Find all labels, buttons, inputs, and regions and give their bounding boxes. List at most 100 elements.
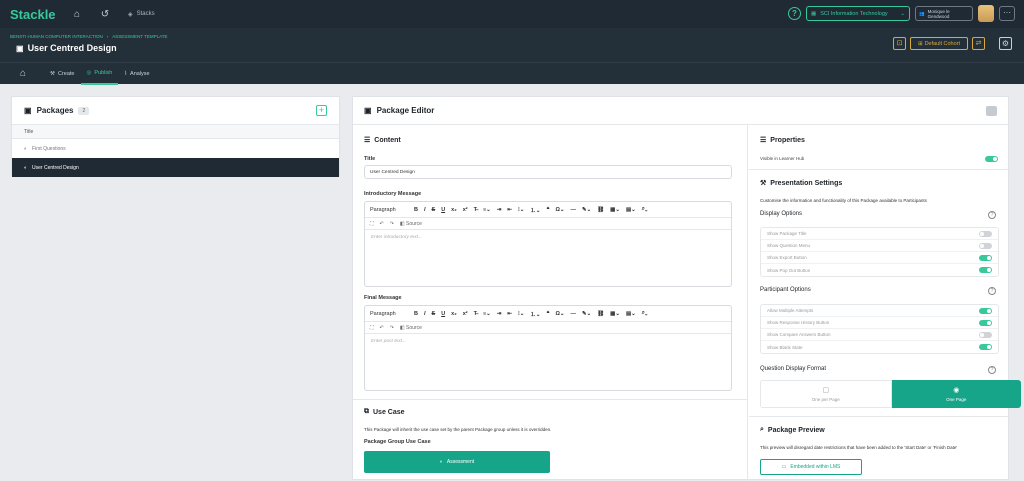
outdent-icon[interactable]: ⇤ <box>507 311 512 317</box>
undo-icon[interactable]: ↶ <box>380 325 384 331</box>
format-one-per-page[interactable]: ▢ One per Page <box>760 380 892 408</box>
quote-icon[interactable]: ❝ <box>546 207 549 213</box>
link-icon[interactable]: ⛓ <box>597 311 604 317</box>
redo-icon[interactable]: ↷ <box>390 221 394 227</box>
stacks-link[interactable]: ◈ Stacks <box>128 11 155 18</box>
display-toggle[interactable] <box>979 242 992 249</box>
title-input[interactable]: User Centred Design <box>364 165 732 179</box>
package-icon: ▣ <box>16 43 24 53</box>
indent-icon[interactable]: ⇥ <box>497 311 502 317</box>
line-icon[interactable]: — <box>570 311 576 317</box>
final-editor[interactable]: Paragraph B I S U x₂ x² T̶ ≡⌄ ⇥ ⇤ ⁝⌄ ⒈⌄ … <box>364 305 732 391</box>
bold-icon[interactable]: B <box>414 311 418 317</box>
display-toggle[interactable] <box>979 230 992 237</box>
numbered-list-icon[interactable]: ⒈⌄ <box>530 310 540 318</box>
home-icon[interactable]: ⌂ <box>66 3 88 25</box>
home-icon[interactable]: ⌂ <box>14 63 32 85</box>
format-each-label: One per Page <box>811 397 840 402</box>
fullscreen-icon[interactable]: ⛶ <box>370 221 374 227</box>
gear-icon[interactable]: ⚙ <box>999 37 1012 50</box>
breadcrumb-item-course[interactable]: BENSTI HUMAN COMPUTER INTERACTION <box>10 34 103 39</box>
help-icon[interactable]: ? <box>788 7 801 20</box>
display-options-title: Display Options <box>760 211 803 217</box>
display-toggle[interactable] <box>979 267 992 273</box>
subscript-icon[interactable]: x₂ <box>451 311 457 317</box>
italic-icon[interactable]: I <box>424 207 426 213</box>
breadcrumb-item-template[interactable]: ASSESSMENT TEMPLATE <box>112 34 167 39</box>
more-button[interactable]: ··· <box>999 6 1015 21</box>
package-row-selected[interactable]: ◐ User Centred Design <box>12 158 339 177</box>
tab-create[interactable]: ⚒ Create <box>44 63 80 85</box>
line-icon[interactable]: — <box>570 207 576 213</box>
link-icon[interactable]: ⛓ <box>597 207 604 213</box>
paragraph-select[interactable]: Paragraph <box>370 207 408 213</box>
numbered-list-icon[interactable]: ⒈⌄ <box>530 206 540 214</box>
source-button[interactable]: ◧ Source <box>400 221 422 227</box>
assessment-icon: ◐ <box>439 459 443 465</box>
italic-icon[interactable]: I <box>424 311 426 317</box>
superscript-icon[interactable]: x² <box>463 311 468 317</box>
tab-analyse[interactable]: ⌇ Analyse <box>118 63 155 85</box>
participant-toggle[interactable] <box>979 307 992 314</box>
clear-format-icon[interactable]: T̶ <box>474 207 477 213</box>
align-icon[interactable]: ≡⌄ <box>483 311 491 317</box>
highlight-icon[interactable]: ✎⌄ <box>582 311 591 317</box>
embedded-lms-button[interactable]: ▭ Embedded within LMS <box>760 459 862 475</box>
superscript-icon[interactable]: x² <box>463 207 468 213</box>
fullscreen-icon[interactable]: ⛶ <box>370 325 374 331</box>
tab-publish[interactable]: ◎ Publish <box>80 63 119 85</box>
users-icon: 👥 <box>919 10 925 16</box>
strike-icon[interactable]: S <box>432 207 436 213</box>
assessment-button[interactable]: ◐ Assessment <box>364 451 550 473</box>
strike-icon[interactable]: S <box>432 311 436 317</box>
outdent-icon[interactable]: ⇤ <box>507 207 512 213</box>
avatar[interactable] <box>978 5 994 22</box>
org-selector[interactable]: ▦ SCI Information Technology ⌄ <box>806 6 910 21</box>
search-icon[interactable]: ⌕⌄ <box>642 310 648 317</box>
align-icon[interactable]: ≡⌄ <box>483 207 491 213</box>
add-package-button[interactable]: + <box>316 105 327 116</box>
org-label: SCI Information Technology <box>820 10 888 17</box>
redo-icon[interactable]: ↷ <box>390 325 394 331</box>
special-char-icon[interactable]: Ω⌄ <box>555 207 564 213</box>
media-icon[interactable]: ▤⌄ <box>626 207 636 213</box>
visible-toggle[interactable] <box>985 156 998 162</box>
help-icon[interactable]: ? <box>988 366 996 374</box>
bold-icon[interactable]: B <box>414 207 418 213</box>
participant-toggle[interactable] <box>979 319 992 326</box>
participant-toggle[interactable] <box>979 344 992 350</box>
underline-icon[interactable]: U <box>441 311 445 317</box>
underline-icon[interactable]: U <box>441 207 445 213</box>
undo-icon[interactable]: ↶ <box>380 221 384 227</box>
table-icon[interactable]: ▦⌄ <box>610 207 620 213</box>
briefcase-icon[interactable]: ⊡ <box>893 37 906 50</box>
format-one-page[interactable]: ◉ One Page <box>891 380 1021 408</box>
help-icon[interactable]: ? <box>988 211 996 219</box>
presentation-title-text: Presentation Settings <box>770 179 843 187</box>
paragraph-select[interactable]: Paragraph <box>370 311 408 317</box>
highlight-icon[interactable]: ✎⌄ <box>582 207 591 213</box>
stackle-logo[interactable]: Stackle <box>10 7 60 22</box>
bullet-list-icon[interactable]: ⁝⌄ <box>518 207 524 213</box>
quote-icon[interactable]: ❝ <box>546 311 549 317</box>
bullet-list-icon[interactable]: ⁝⌄ <box>518 311 524 317</box>
subscript-icon[interactable]: x₂ <box>451 207 457 213</box>
help-icon[interactable]: ? <box>988 287 996 295</box>
link-icon[interactable]: ⇄ <box>972 37 985 50</box>
media-icon[interactable]: ▤⌄ <box>626 311 636 317</box>
history-icon[interactable]: ↺ <box>94 3 116 25</box>
cohort-button[interactable]: ⊞ Default Cohort <box>910 37 968 50</box>
search-icon[interactable]: ⌕⌄ <box>642 206 648 213</box>
package-row[interactable]: ◐ First Questions <box>12 139 339 158</box>
special-char-icon[interactable]: Ω⌄ <box>555 311 564 317</box>
source-button[interactable]: ◧ Source <box>400 325 422 331</box>
participant-toggle[interactable] <box>979 331 992 338</box>
display-toggle[interactable] <box>979 254 992 261</box>
editor-toolbar: Paragraph B I S U x₂ x² T̶ ≡⌄ ⇥ ⇤ ⁝⌄ ⒈⌄ … <box>365 306 731 322</box>
collapse-button[interactable] <box>986 106 997 116</box>
indent-icon[interactable]: ⇥ <box>497 207 502 213</box>
clear-format-icon[interactable]: T̶ <box>474 311 477 317</box>
table-icon[interactable]: ▦⌄ <box>610 311 620 317</box>
user-button[interactable]: 👥 Monique le Gendwood <box>915 6 973 21</box>
intro-editor[interactable]: Paragraph B I S U x₂ x² T̶ ≡⌄ ⇥ ⇤ ⁝⌄ ⒈⌄ … <box>364 201 732 287</box>
